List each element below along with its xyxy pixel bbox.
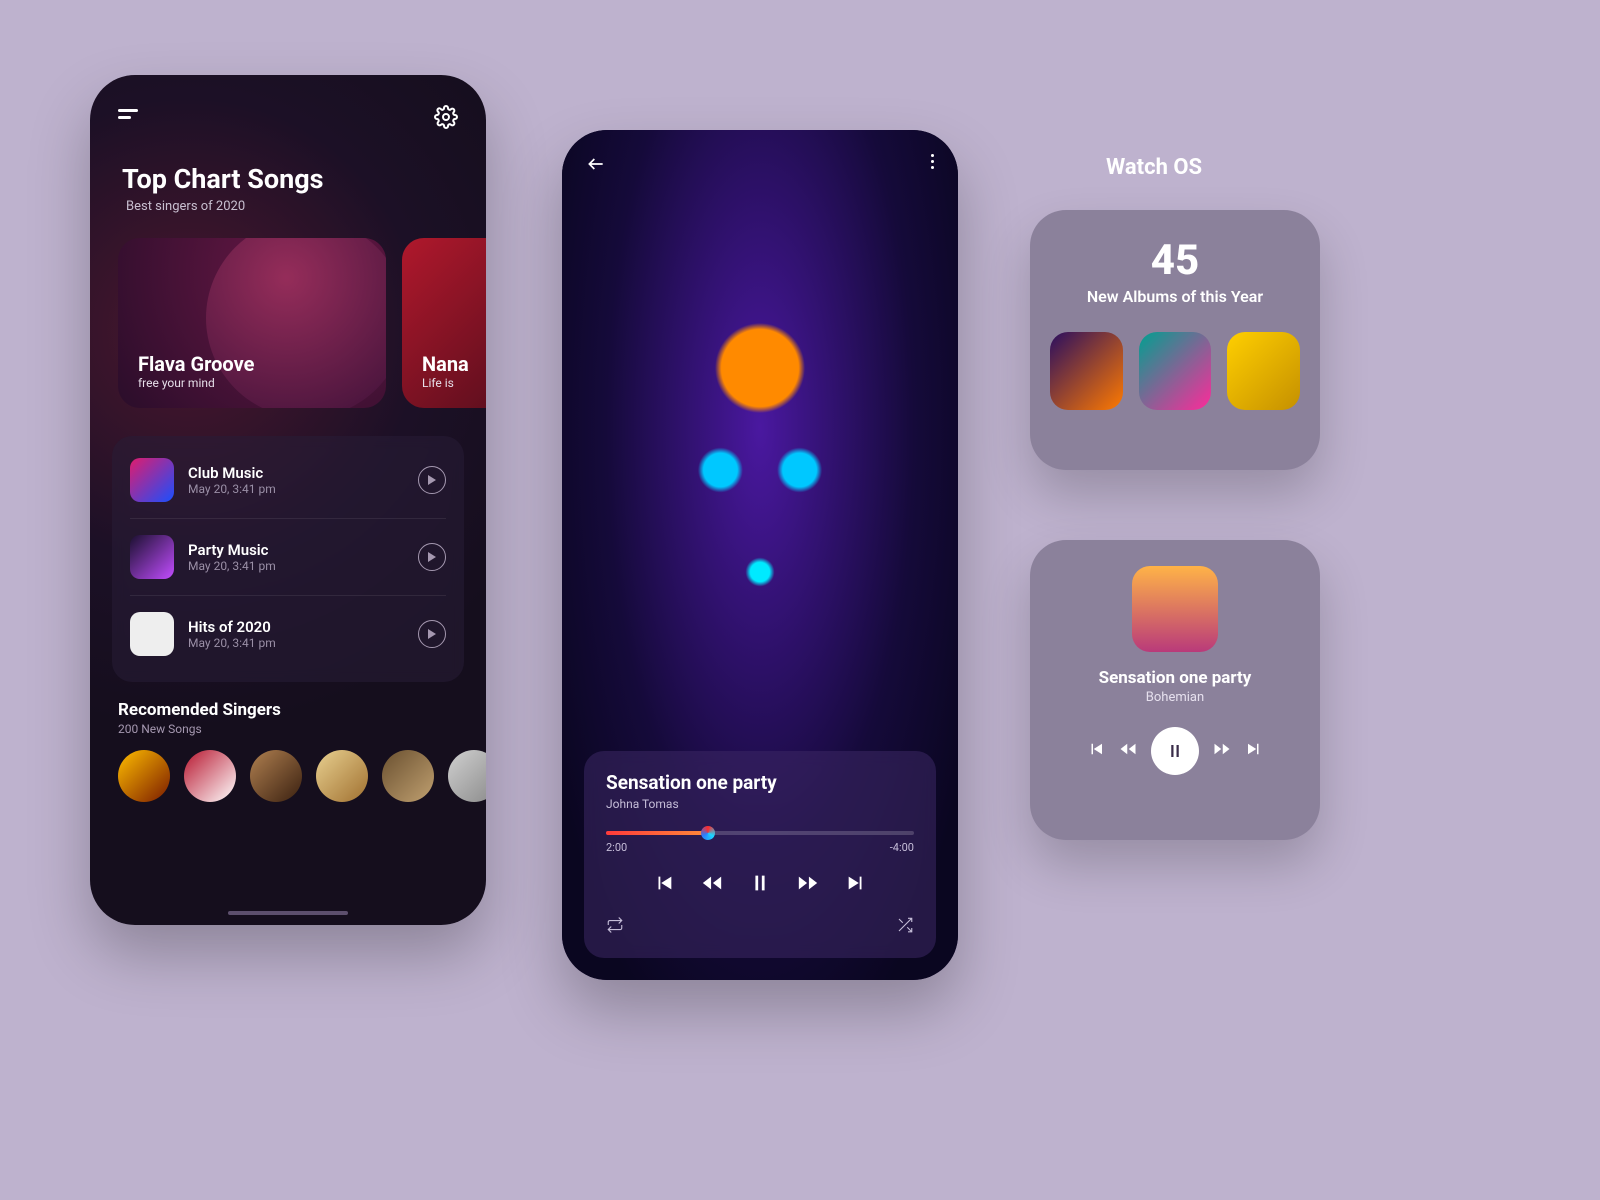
track-artist: Johna Tomas: [606, 797, 914, 811]
avatar[interactable]: [118, 750, 170, 802]
albums-caption: New Albums of this Year: [1050, 287, 1300, 306]
song-name: Party Music: [188, 541, 276, 559]
avatar[interactable]: [184, 750, 236, 802]
pause-icon[interactable]: [749, 872, 771, 898]
avatar[interactable]: [316, 750, 368, 802]
song-name: Club Music: [188, 464, 276, 482]
forward-icon[interactable]: [797, 872, 819, 898]
progress-bar[interactable]: [606, 831, 914, 835]
player-panel: Sensation one party Johna Tomas 2:00 -4:…: [584, 751, 936, 958]
watch-track-artist: Bohemian: [1146, 690, 1204, 705]
watch-album-cover[interactable]: [1132, 566, 1218, 652]
song-row[interactable]: Party Music May 20, 3:41 pm: [130, 519, 446, 596]
recommended-title: Recomended Singers: [90, 682, 486, 722]
featured-card[interactable]: Flava Groove free your mind: [118, 238, 386, 408]
page-subtitle: Best singers of 2020: [90, 199, 486, 214]
song-list: Club Music May 20, 3:41 pm Party Music M…: [112, 436, 464, 682]
featured-row: Flava Groove free your mind Nana Life is: [90, 214, 486, 408]
shuffle-icon[interactable]: [896, 916, 914, 938]
play-icon[interactable]: [418, 543, 446, 571]
forward-icon[interactable]: [1213, 740, 1231, 762]
prev-track-icon[interactable]: [1087, 740, 1105, 762]
music-list-screen: Top Chart Songs Best singers of 2020 Fla…: [90, 75, 486, 925]
avatar[interactable]: [382, 750, 434, 802]
play-icon[interactable]: [418, 620, 446, 648]
watch-albums-card: 45 New Albums of this Year: [1030, 210, 1320, 470]
recommended-subtitle: 200 New Songs: [90, 722, 486, 736]
album-thumb[interactable]: [1227, 332, 1300, 410]
song-date: May 20, 3:41 pm: [188, 559, 276, 573]
song-row[interactable]: Club Music May 20, 3:41 pm: [130, 442, 446, 519]
featured-card[interactable]: Nana Life is: [402, 238, 486, 408]
card-subtitle: Life is: [422, 376, 486, 390]
page-title: Top Chart Songs: [90, 133, 486, 199]
song-row[interactable]: Hits of 2020 May 20, 3:41 pm: [130, 596, 446, 672]
singer-avatars: [90, 736, 486, 816]
song-date: May 20, 3:41 pm: [188, 482, 276, 496]
rewind-icon[interactable]: [1119, 740, 1137, 762]
home-indicator: [228, 911, 348, 915]
watch-label: Watch OS: [1106, 155, 1202, 180]
song-date: May 20, 3:41 pm: [188, 636, 276, 650]
song-thumb: [130, 612, 174, 656]
album-thumb[interactable]: [1139, 332, 1212, 410]
now-playing-screen: Sensation one party Johna Tomas 2:00 -4:…: [562, 130, 958, 980]
back-icon[interactable]: [586, 154, 606, 178]
repeat-icon[interactable]: [606, 916, 624, 938]
song-thumb: [130, 535, 174, 579]
avatar[interactable]: [448, 750, 486, 802]
watch-player-card: Sensation one party Bohemian: [1030, 540, 1320, 840]
card-subtitle: free your mind: [138, 376, 366, 390]
rewind-icon[interactable]: [701, 872, 723, 898]
menu-icon[interactable]: [118, 105, 138, 133]
prev-track-icon[interactable]: [653, 872, 675, 898]
pause-button[interactable]: [1151, 727, 1199, 775]
settings-icon[interactable]: [434, 105, 458, 133]
song-name: Hits of 2020: [188, 618, 276, 636]
albums-count: 45: [1050, 236, 1300, 285]
time-remaining: -4:00: [890, 841, 914, 854]
avatar[interactable]: [250, 750, 302, 802]
song-thumb: [130, 458, 174, 502]
album-thumb[interactable]: [1050, 332, 1123, 410]
card-title: Flava Groove: [138, 352, 366, 376]
card-title: Nana: [422, 352, 486, 376]
play-icon[interactable]: [418, 466, 446, 494]
track-title: Sensation one party: [606, 771, 914, 794]
time-elapsed: 2:00: [606, 841, 627, 854]
next-track-icon[interactable]: [1245, 740, 1263, 762]
more-icon[interactable]: [931, 154, 934, 178]
next-track-icon[interactable]: [845, 872, 867, 898]
watch-track-title: Sensation one party: [1099, 668, 1252, 688]
